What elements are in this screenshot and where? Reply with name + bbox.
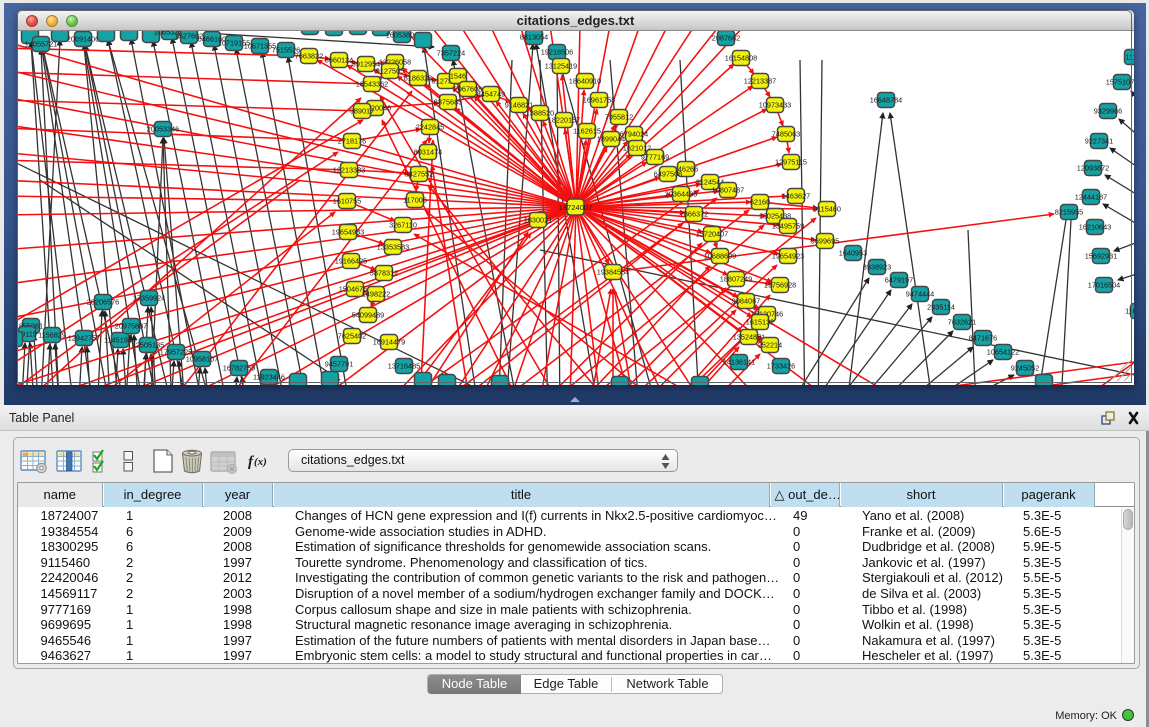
svg-text:5878312: 5878312 <box>370 269 398 278</box>
svg-text:9115460: 9115460 <box>813 205 841 214</box>
svg-text:1167533: 1167533 <box>1125 307 1134 316</box>
svg-text:17359924: 17359924 <box>133 294 165 303</box>
svg-text:1733426: 1733426 <box>767 362 795 371</box>
svg-text:9777169: 9777169 <box>641 153 669 162</box>
svg-text:9227341: 9227341 <box>1085 137 1113 146</box>
svg-text:19166425: 19166425 <box>335 257 367 266</box>
svg-text:6794024: 6794024 <box>620 130 648 139</box>
svg-text:1830021: 1830021 <box>524 216 552 225</box>
svg-text:10807487: 10807487 <box>712 186 744 195</box>
svg-text:15692931: 15692931 <box>1085 252 1117 261</box>
svg-text:12942757: 12942757 <box>68 334 100 343</box>
svg-text:62160: 62160 <box>750 198 770 207</box>
svg-text:1615132: 1615132 <box>746 318 774 327</box>
svg-text:989017: 989017 <box>350 107 374 116</box>
svg-text:18640910: 18640910 <box>569 77 601 86</box>
svg-text:16914479: 16914479 <box>373 338 405 347</box>
svg-text:7357224: 7357224 <box>437 49 465 58</box>
svg-text:12093872: 12093872 <box>1077 164 1109 173</box>
svg-text:19384554: 19384554 <box>597 268 629 277</box>
svg-text:7663822: 7663822 <box>295 52 323 61</box>
svg-text:6497508: 6497508 <box>654 170 682 179</box>
svg-text:13353583: 13353583 <box>377 243 409 252</box>
svg-text:11923446: 11923446 <box>253 373 285 382</box>
svg-text:252214: 252214 <box>758 341 782 350</box>
svg-text:18807249: 18807249 <box>720 275 752 284</box>
svg-text:10688609: 10688609 <box>704 252 736 261</box>
svg-text:16961758: 16961758 <box>583 96 615 105</box>
svg-text:15720407: 15720407 <box>696 230 728 239</box>
svg-text:12444187: 12444187 <box>1075 193 1107 202</box>
svg-text:8471676: 8471676 <box>969 334 997 343</box>
svg-text:117006: 117006 <box>403 196 427 205</box>
svg-text:19218506: 19218506 <box>541 48 573 57</box>
svg-text:9474444: 9474444 <box>906 290 934 299</box>
svg-text:9457791: 9457791 <box>325 360 353 369</box>
svg-text:20364436: 20364436 <box>665 190 697 199</box>
svg-text:7625402: 7625402 <box>338 332 366 341</box>
svg-text:8938923: 8938923 <box>863 263 891 272</box>
svg-text:19654923: 19654923 <box>772 252 804 261</box>
svg-text:9245052: 9245052 <box>1011 364 1039 373</box>
svg-text:8375685: 8375685 <box>434 98 462 107</box>
svg-text:7955812: 7955812 <box>605 113 633 122</box>
svg-text:14136141: 14136141 <box>723 358 755 367</box>
svg-text:7866372: 7866372 <box>680 210 708 219</box>
svg-text:2087682: 2087682 <box>712 34 740 43</box>
svg-text:10973433: 10973433 <box>759 101 791 110</box>
svg-text:16154808: 16154808 <box>725 54 757 63</box>
svg-text:17016504: 17016504 <box>1088 281 1120 290</box>
svg-text:10654122: 10654122 <box>987 348 1019 357</box>
svg-text:8813054: 8813054 <box>520 33 548 42</box>
svg-text:20691406: 20691406 <box>67 35 99 44</box>
svg-text:54099489: 54099489 <box>352 311 384 320</box>
svg-text:18220157: 18220157 <box>548 116 580 125</box>
svg-text:1610755: 1610755 <box>333 197 361 206</box>
svg-text:13495759: 13495759 <box>772 222 804 231</box>
svg-text:7632621: 7632621 <box>948 318 976 327</box>
svg-text:1156829: 1156829 <box>38 331 66 340</box>
svg-text:3267110: 3267110 <box>389 221 417 230</box>
svg-text:1640953: 1640953 <box>839 249 867 258</box>
svg-text:12213383: 12213383 <box>333 166 365 175</box>
svg-text:9427552: 9427552 <box>405 170 433 179</box>
svg-text:9699695: 9699695 <box>811 237 839 246</box>
svg-text:19654933: 19654933 <box>332 228 364 237</box>
svg-text:15751074: 15751074 <box>1106 78 1134 87</box>
svg-text:(x): (x) <box>254 456 267 468</box>
svg-text:12975115: 12975115 <box>775 158 807 167</box>
svg-text:16543362: 16543362 <box>356 80 388 89</box>
svg-text:2242845: 2242845 <box>416 123 444 132</box>
svg-text:16210643: 16210643 <box>1079 223 1111 232</box>
svg-text:10958107: 10958107 <box>186 355 218 364</box>
svg-text:20206576: 20206576 <box>87 298 119 307</box>
svg-text:1117: 1117 <box>1125 53 1134 62</box>
svg-text:16053809: 16053809 <box>386 31 418 40</box>
svg-text:7485063: 7485063 <box>772 130 800 139</box>
svg-text:8186328: 8186328 <box>404 74 432 83</box>
svg-text:8454749: 8454749 <box>477 90 505 99</box>
svg-text:1546: 1546 <box>450 72 466 81</box>
svg-text:13716485: 13716485 <box>388 362 420 371</box>
svg-text:19756928: 19756928 <box>764 281 796 290</box>
svg-text:6479197: 6479197 <box>885 276 913 285</box>
svg-text:1498222: 1498222 <box>362 290 390 299</box>
svg-text:1463627: 1463627 <box>782 192 810 201</box>
svg-text:8031474: 8031474 <box>414 148 442 157</box>
svg-text:18724007: 18724007 <box>559 203 593 212</box>
svg-text:2935114: 2935114 <box>927 303 955 312</box>
svg-text:9127505: 9127505 <box>376 67 404 76</box>
svg-text:20975887: 20975887 <box>115 322 147 331</box>
svg-text:8660124: 8660124 <box>325 56 353 65</box>
svg-text:9329966: 9329966 <box>1094 107 1122 116</box>
svg-text:20053346: 20053346 <box>147 125 179 134</box>
svg-text:16782759: 16782759 <box>223 364 255 373</box>
svg-text:16648784: 16648784 <box>870 96 902 105</box>
svg-text:8215955: 8215955 <box>1055 208 1083 217</box>
svg-text:12213387: 12213387 <box>744 77 776 86</box>
svg-text:9084067: 9084067 <box>732 297 760 306</box>
svg-text:13125419: 13125419 <box>545 62 577 71</box>
svg-text:2718176: 2718176 <box>338 137 366 146</box>
